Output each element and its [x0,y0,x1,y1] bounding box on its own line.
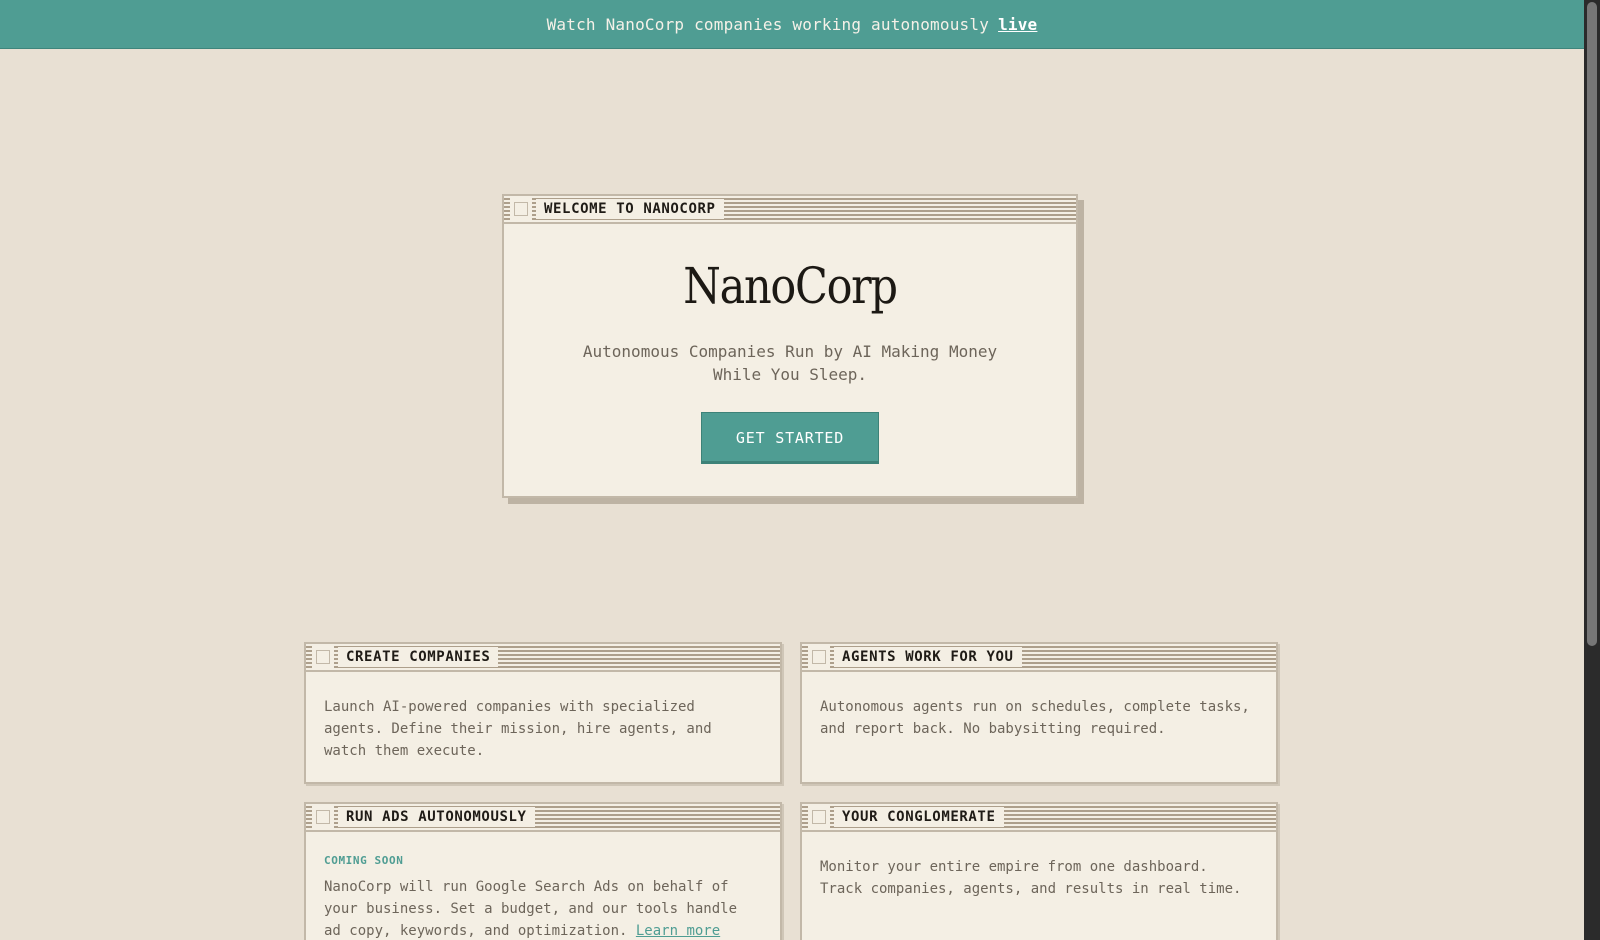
banner-live-link[interactable]: live [998,15,1037,34]
card-title: RUN ADS AUTONOMOUSLY [338,807,535,827]
card-titlebar: YOUR CONGLOMERATE [802,804,1276,832]
window-box-icon [316,810,330,824]
card-body: Launch AI-powered companies with special… [324,699,712,759]
hero-titlebar: WELCOME TO NANOCORP [504,196,1076,224]
scrollbar[interactable] [1584,0,1600,940]
card-titlebar: RUN ADS AUTONOMOUSLY [306,804,780,832]
card-agents-work: AGENTS WORK FOR YOU Autonomous agents ru… [800,642,1278,784]
top-banner: Watch NanoCorp companies working autonom… [0,0,1584,49]
card-titlebar: CREATE COMPANIES [306,644,780,672]
card-body: Autonomous agents run on schedules, comp… [820,699,1250,737]
card-title: YOUR CONGLOMERATE [834,807,1004,827]
hero-body: NanoCorp Autonomous Companies Run by AI … [504,256,1076,462]
scrollbar-thumb[interactable] [1587,2,1597,646]
hero-window: WELCOME TO NANOCORP NanoCorp Autonomous … [502,194,1078,498]
card-conglomerate: YOUR CONGLOMERATE Monitor your entire em… [800,802,1278,940]
page: Watch NanoCorp companies working autonom… [0,0,1600,940]
coming-soon-badge: COMING SOON [324,854,404,867]
window-box-icon [514,202,528,216]
card-title: CREATE COMPANIES [338,647,499,667]
window-box-icon [316,650,330,664]
learn-more-link[interactable]: Learn more [636,923,720,939]
hero-subtitle: Autonomous Companies Run by AI Making Mo… [582,342,998,384]
window-box-icon [812,650,826,664]
card-create-companies: CREATE COMPANIES Launch AI-powered compa… [304,642,782,784]
hero-title: NanoCorp [683,257,898,315]
get-started-button[interactable]: GET STARTED [701,412,879,462]
banner-text: Watch NanoCorp companies working autonom… [546,14,990,34]
card-body: Monitor your entire empire from one dash… [820,859,1242,897]
hero-window-title: WELCOME TO NANOCORP [536,199,724,219]
card-title: AGENTS WORK FOR YOU [834,647,1022,667]
card-run-ads: RUN ADS AUTONOMOUSLY COMING SOON NanoCor… [304,802,782,940]
card-titlebar: AGENTS WORK FOR YOU [802,644,1276,672]
card-body: COMING SOON NanoCorp will run Google Sea… [306,832,780,940]
window-box-icon [812,810,826,824]
